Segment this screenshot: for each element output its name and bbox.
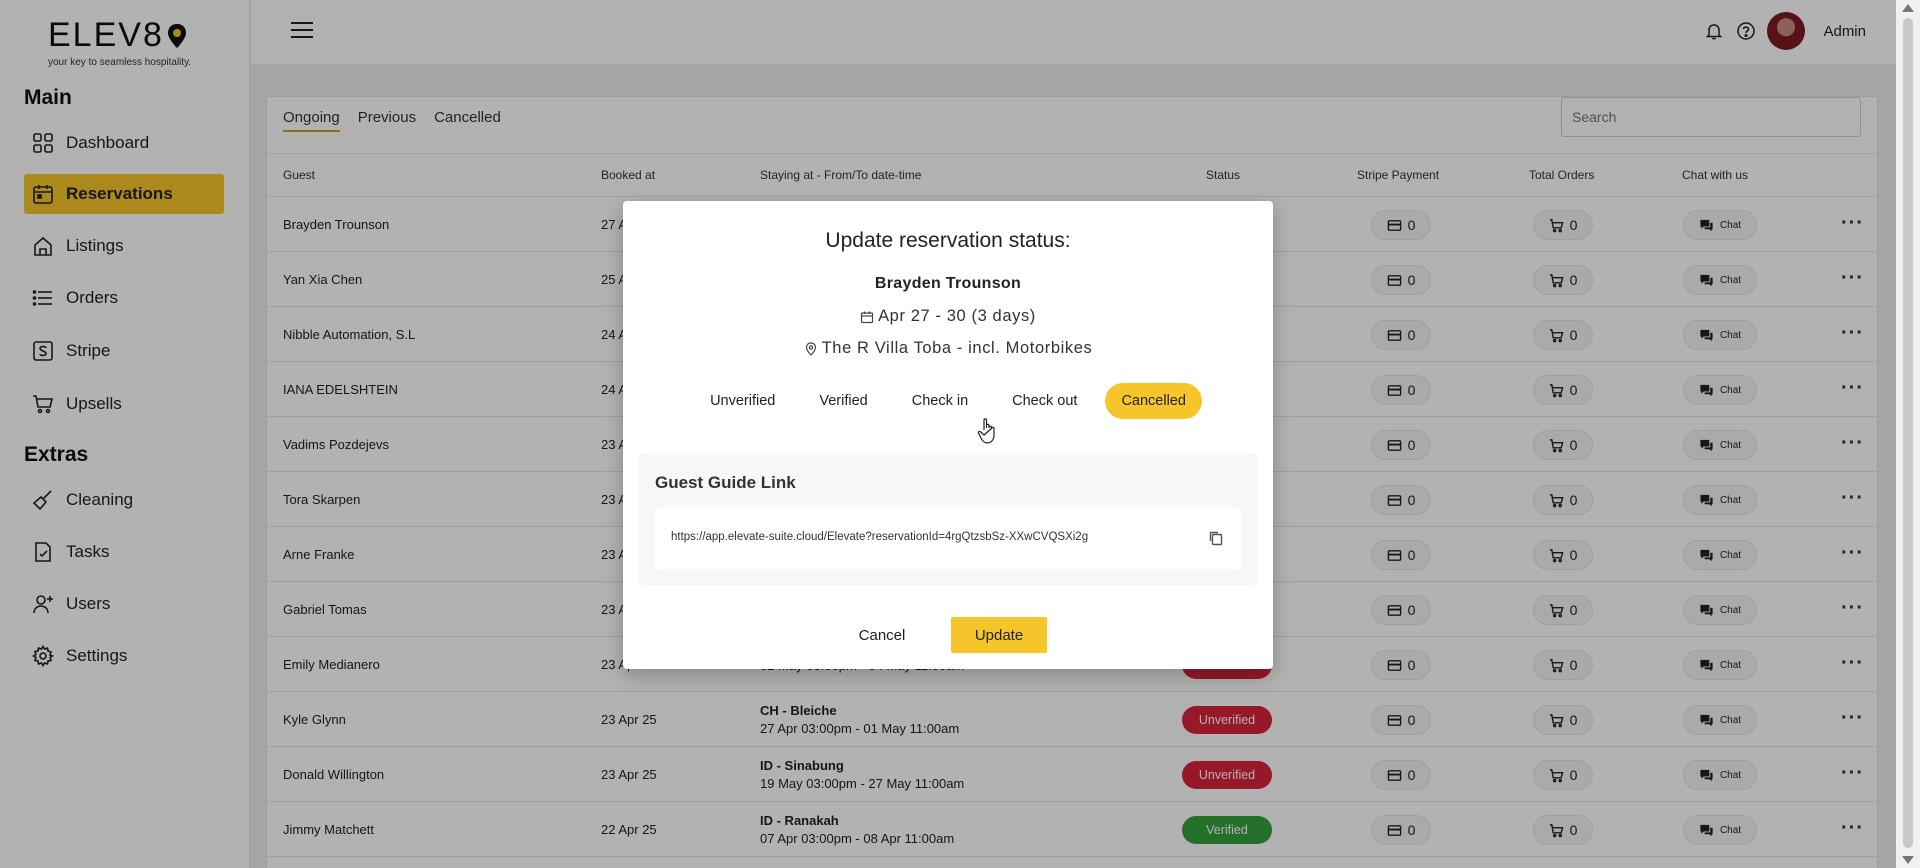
modal-title: Update reservation status:: [825, 229, 1071, 252]
scroll-up-icon[interactable]: [1902, 4, 1914, 12]
guest-guide-section: Guest Guide Link https://app.elevate-sui…: [639, 453, 1257, 585]
modal-dates-line: Apr 27 - 30 (3 days): [623, 307, 1273, 326]
modal-guest-name: Brayden Trounson: [874, 275, 1022, 292]
hand-cursor-icon: [977, 418, 995, 444]
cancel-button[interactable]: Cancel: [849, 617, 915, 653]
status-options: Unverified Verified Check in Check out C…: [623, 383, 1273, 419]
guest-guide-url[interactable]: https://app.elevate-suite.cloud/Elevate?…: [671, 531, 1088, 543]
location-pin-icon: [805, 341, 816, 356]
vertical-scrollbar[interactable]: [1896, 0, 1920, 868]
copy-icon[interactable]: [1207, 529, 1225, 547]
status-option-unverified[interactable]: Unverified: [694, 383, 791, 419]
guest-guide-link-box: https://app.elevate-suite.cloud/Elevate?…: [655, 507, 1241, 569]
modal-location-line: The R Villa Toba - incl. Motorbikes: [623, 339, 1273, 358]
scroll-thumb[interactable]: [1903, 18, 1913, 848]
update-button[interactable]: Update: [951, 617, 1047, 653]
status-option-verified[interactable]: Verified: [803, 383, 883, 419]
guest-guide-title: Guest Guide Link: [655, 473, 796, 492]
modal-location: The R Villa Toba - incl. Motorbikes: [821, 339, 1093, 357]
modal-dates: Apr 27 - 30 (3 days): [878, 307, 1036, 325]
scroll-down-icon[interactable]: [1902, 856, 1914, 864]
status-option-cancelled[interactable]: Cancelled: [1105, 383, 1202, 419]
status-option-check-out[interactable]: Check out: [996, 383, 1093, 419]
update-status-modal: Update reservation status: Brayden Troun…: [623, 201, 1273, 669]
calendar-icon: [860, 311, 874, 323]
status-option-check-in[interactable]: Check in: [896, 383, 984, 419]
